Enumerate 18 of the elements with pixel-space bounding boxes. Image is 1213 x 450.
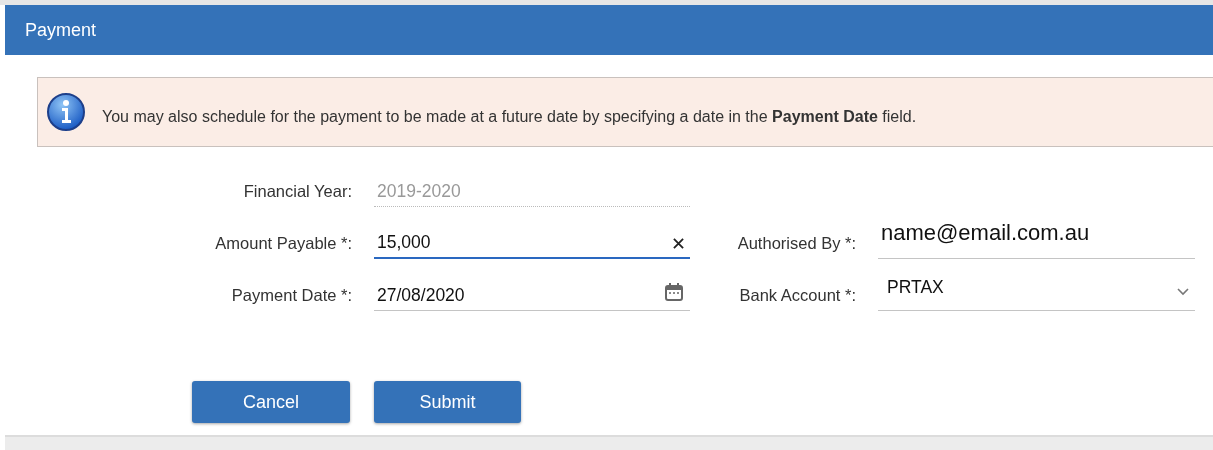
field-label: Bank Account *: [738,286,856,306]
field-label: Financial Year: [242,182,352,202]
info-icon [46,92,86,132]
chevron-down-icon[interactable] [1177,288,1189,296]
submit-button[interactable]: Submit [374,381,521,423]
dropdown-field[interactable]: PRTAX [878,271,1195,311]
dialog-title: Payment [25,19,97,41]
clear-icon[interactable] [673,238,684,249]
field-label: Authorised By *: [736,234,856,254]
cancel-button[interactable]: Cancel [192,381,350,423]
field-label: Amount Payable *: [214,234,352,254]
calendar-icon[interactable] [664,282,684,302]
input-field: 2019-2020 [374,167,690,207]
info-message: You may also schedule for the payment to be made at a future date by specifying a date in the Payment Date field. [102,108,917,126]
field-label: Payment Date *: [230,286,352,306]
date-field[interactable]: 27/08/2020 [374,271,690,311]
input-field[interactable]: 15,000 [374,219,690,259]
input-field[interactable]: name@email.com.au [878,219,1195,259]
